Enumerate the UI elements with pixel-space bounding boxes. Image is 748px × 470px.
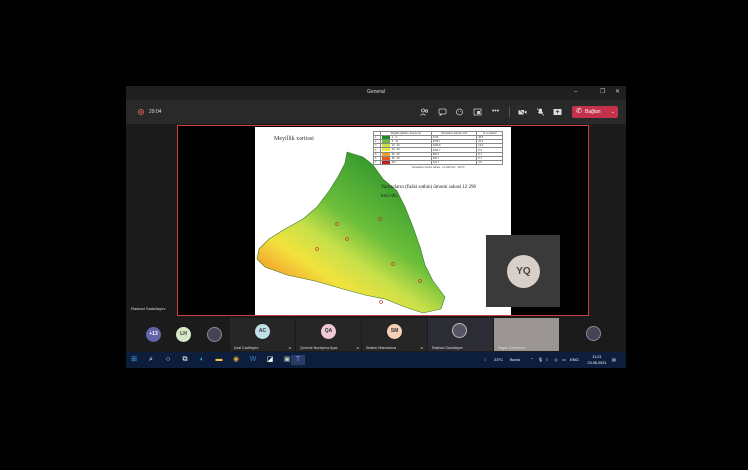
rooms-icon[interactable]	[473, 108, 482, 116]
weather-desc[interactable]: Bovlu	[510, 357, 520, 362]
mic-off-icon[interactable]	[536, 108, 545, 116]
windows-taskbar: ⊞ ⌕ ○ ⧉ ◐ ▬ ◉ W ◪ ▣ T ☾ 23°C Bovlu ⌃ 🎙 ⌇…	[126, 352, 626, 368]
map-marker	[379, 300, 383, 304]
avatar[interactable]	[586, 326, 601, 341]
legend-swatch	[381, 152, 390, 156]
keyboard-language[interactable]: ENG	[570, 357, 579, 362]
participant-tile[interactable]: QA Qonche Nurayeva Ayaz ⌀	[296, 318, 361, 351]
legend-swatch	[381, 160, 390, 164]
teams-icon[interactable]: T	[291, 355, 305, 365]
tray-chevron-icon[interactable]: ⌃	[530, 357, 533, 362]
presenter-name: Rashad Sadullayev	[131, 306, 166, 311]
legend-table: Meyillik çalarları, dərəcə ilə Yamacları…	[373, 131, 503, 179]
legend-swatch	[381, 156, 390, 160]
weather-temp[interactable]: 23°C	[494, 357, 503, 362]
toolbar-divider	[509, 107, 510, 117]
teams-window: General – ❐ ✕ 29:04 ••• ✆ Bağlan ⌄ Meyil…	[126, 86, 626, 368]
avatar[interactable]: LH	[176, 327, 191, 342]
window-title: General	[367, 89, 385, 95]
close-icon[interactable]: ✕	[615, 89, 620, 96]
presentation-slide: Meyillik xəritəsi Meyillik çalarları, də…	[255, 127, 511, 315]
mic-off-icon: ⌀	[420, 345, 423, 350]
network-icon[interactable]: ⌇	[546, 357, 548, 362]
legend-swatch	[381, 136, 390, 139]
avatar[interactable]	[207, 327, 222, 342]
people-icon[interactable]	[420, 108, 429, 116]
participant-tile-yq[interactable]: YQ	[486, 235, 560, 307]
word-icon[interactable]: W	[248, 355, 258, 365]
participant-name: Shaker Mamadova	[366, 346, 397, 350]
participant-strip: +13 LH AC Azal Caviliayev ⌀ QA Qonche Nu…	[126, 316, 626, 352]
chrome-icon[interactable]: ◉	[231, 355, 241, 365]
share-icon[interactable]	[553, 108, 562, 116]
participant-name: Rashad Sadullayev	[432, 346, 463, 350]
minimize-icon[interactable]: –	[574, 89, 577, 96]
mic-off-icon: ⌀	[288, 345, 291, 350]
participant-name: Azal Caviliayev	[234, 346, 259, 350]
mic-icon[interactable]: 🎙	[538, 357, 543, 362]
legend-swatch	[381, 140, 390, 144]
leave-button[interactable]: ✆ Bağlan ⌄	[572, 106, 618, 118]
participant-name: Vugar Camberov	[498, 346, 526, 350]
app-icon[interactable]: ◪	[265, 355, 275, 365]
legend-row: 7 45 <441.7 3.6	[373, 159, 503, 166]
notification-icon[interactable]: ▤	[612, 357, 616, 362]
meeting-toolbar: 29:04 ••• ✆ Bağlan ⌄	[126, 100, 626, 124]
participant-tile[interactable]: AC Azal Caviliayev ⌀	[230, 318, 295, 351]
avatar: QA	[321, 324, 336, 339]
slide-body-text: Yamacların (fiziki səthin) ümumi sahəsi …	[381, 185, 477, 199]
avatar: YQ	[507, 255, 540, 288]
legend-range: 45 <	[379, 159, 432, 166]
weather-icon[interactable]: ☾	[484, 357, 488, 362]
legend-row: 23 - 10 2753.7 22.4	[373, 139, 503, 145]
legend-area: 441.7	[430, 159, 478, 166]
clock[interactable]: 11:21 23.06.2021	[586, 354, 608, 366]
phone-icon: ✆	[576, 108, 582, 115]
avatar	[452, 323, 467, 338]
edge-icon[interactable]: ◐	[197, 355, 207, 365]
mic-off-icon: ⌀	[356, 345, 359, 350]
more-participants-badge[interactable]: +13	[146, 327, 161, 342]
participant-name: Qonche Nurayeva Ayaz	[300, 346, 338, 350]
legend-footer: Yamacların ümumi sahəsi - 12 296 km2 100…	[411, 166, 465, 170]
task-view-icon[interactable]: ⧉	[180, 355, 190, 365]
participant-tile[interactable]: Rashad Sadullayev	[428, 318, 493, 351]
participant-tile[interactable]: SM Shaker Mamadova ⌀	[362, 318, 427, 351]
recording-icon	[138, 109, 144, 115]
file-explorer-icon[interactable]: ▬	[214, 355, 224, 365]
search-icon[interactable]: ⌕	[146, 355, 156, 365]
leave-label: Bağlan	[585, 109, 601, 115]
chat-icon[interactable]	[438, 108, 447, 117]
maximize-icon[interactable]: ❐	[600, 89, 605, 96]
title-bar: General – ❐ ✕	[126, 86, 626, 100]
slide-title: Meyillik xəritəsi	[274, 136, 314, 142]
legend-swatch	[381, 148, 390, 152]
legend-swatch	[381, 144, 390, 148]
legend-num: 7	[373, 159, 381, 166]
react-icon[interactable]	[455, 108, 464, 116]
meeting-timer: 29:04	[149, 109, 162, 115]
legend-pct: 3.6	[476, 159, 503, 166]
avatar: SM	[387, 324, 402, 339]
legend-row: 10 - 3 4744 38.5	[373, 134, 503, 141]
cortana-icon[interactable]: ○	[163, 355, 173, 365]
more-icon[interactable]: •••	[491, 108, 500, 116]
volume-icon[interactable]: ◁	[554, 357, 557, 362]
windows-start-icon[interactable]: ⊞	[129, 355, 139, 365]
battery-icon[interactable]: ▭	[562, 357, 566, 362]
participant-video-tile[interactable]: Vugar Camberov	[494, 318, 559, 351]
chevron-down-icon[interactable]: ⌄	[611, 106, 615, 118]
legend-row: 3 10 - 20 1646.8 13.9	[373, 143, 503, 149]
meeting-stage: Meyillik xəritəsi Meyillik çalarları, də…	[126, 124, 626, 316]
avatar: AC	[255, 324, 270, 339]
camera-icon[interactable]	[518, 108, 527, 116]
